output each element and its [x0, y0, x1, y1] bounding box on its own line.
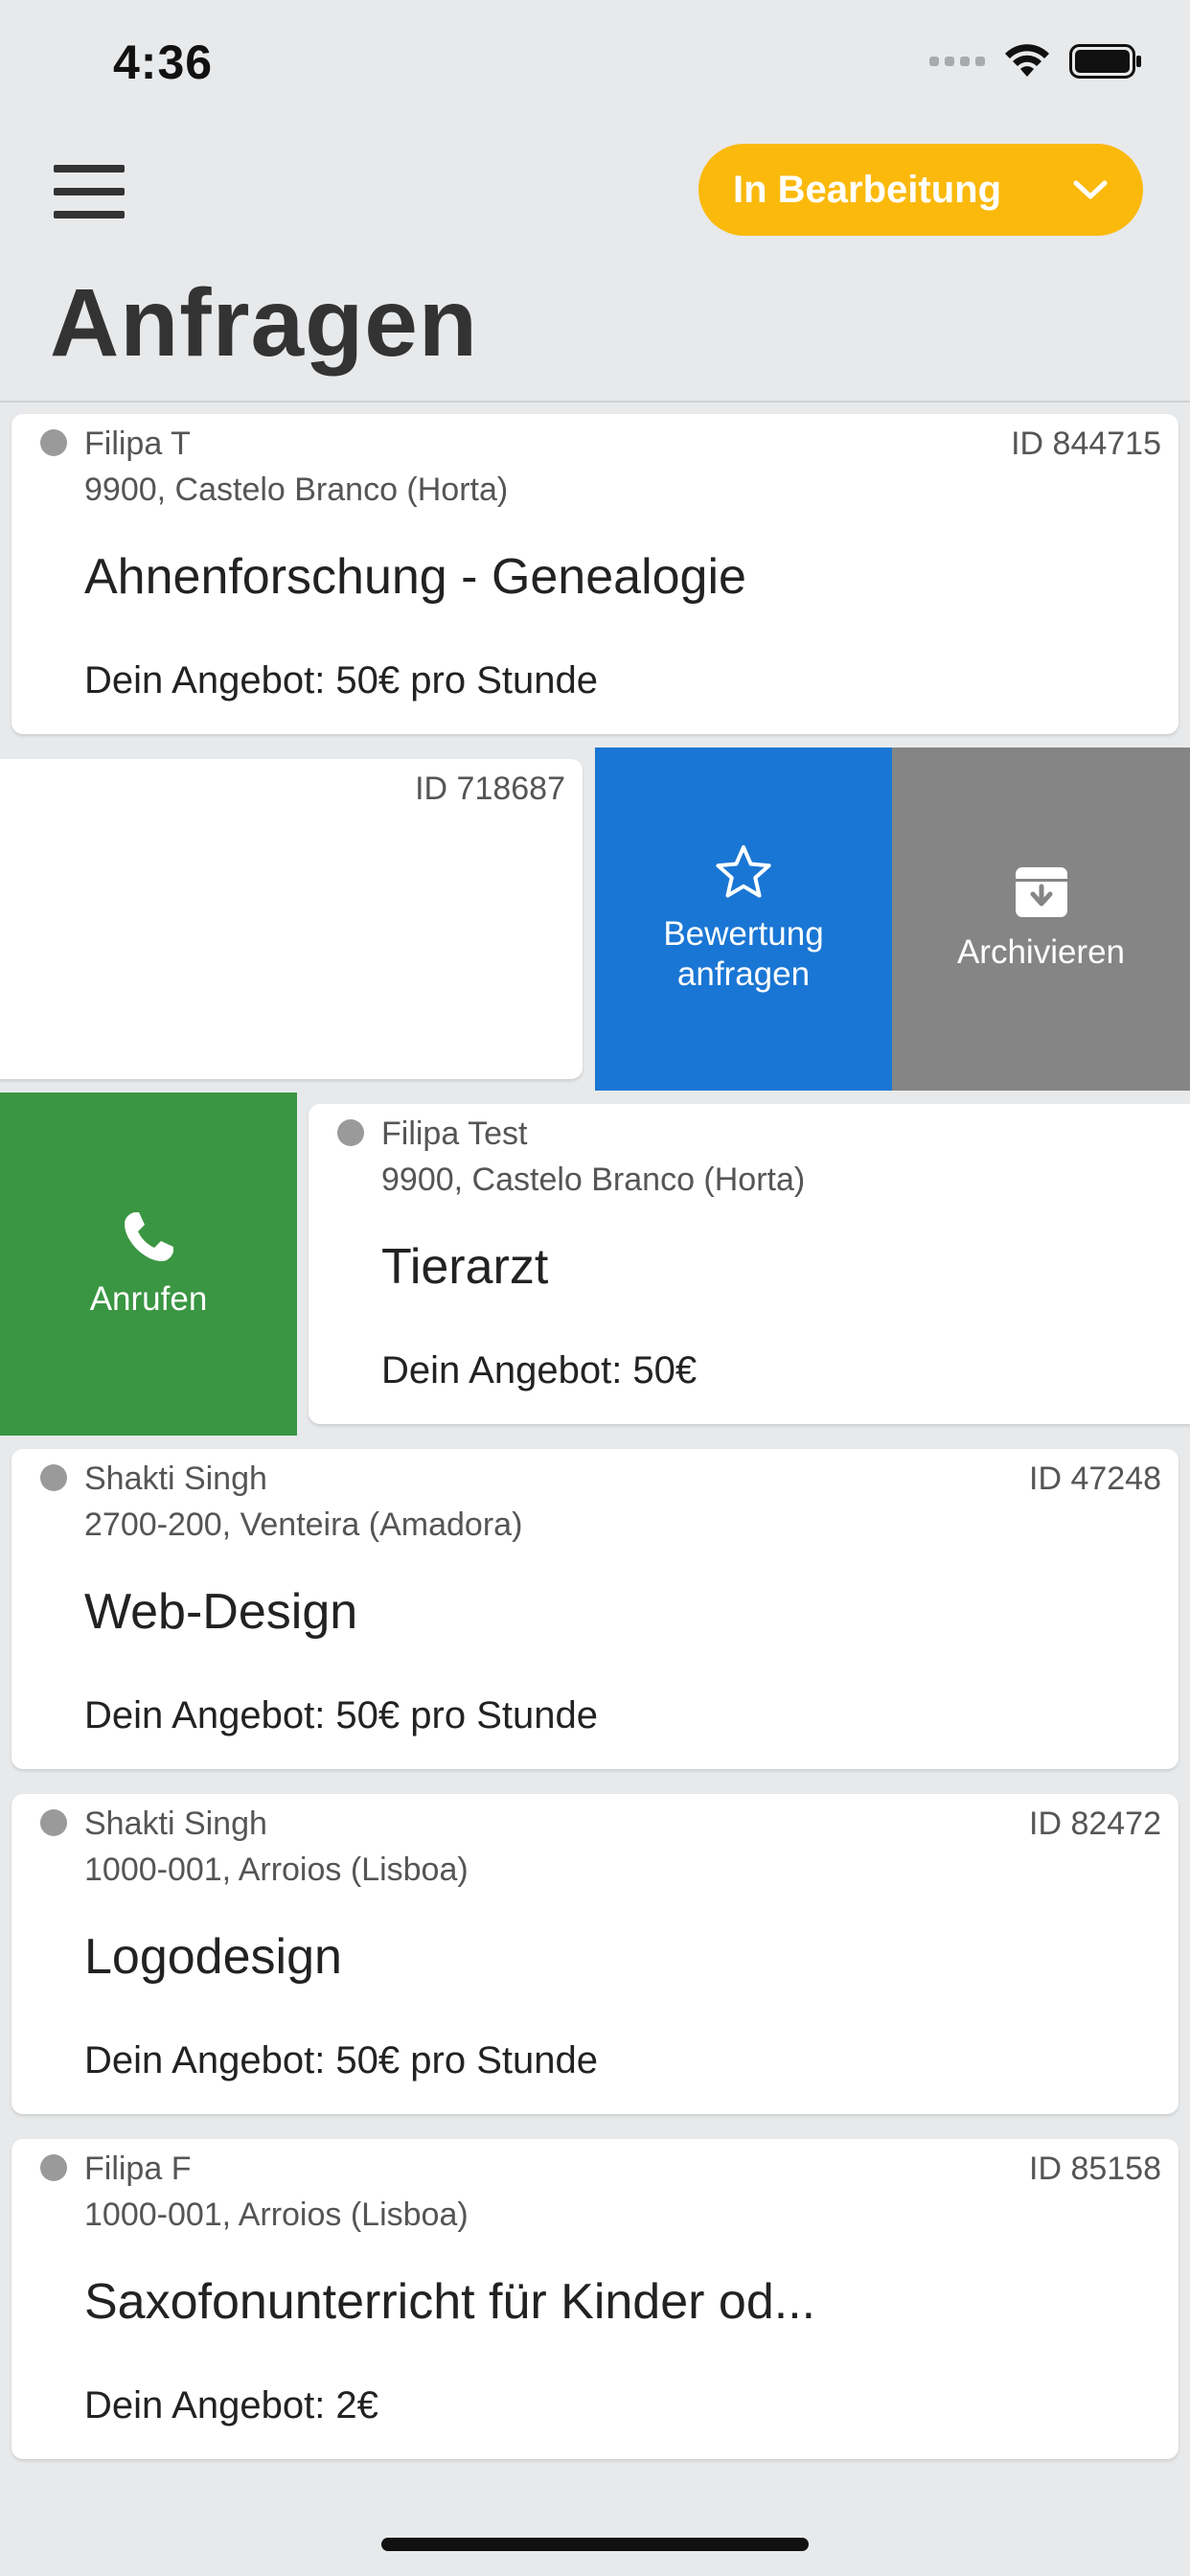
client-location: 2700-200, Venteira (Amadora): [84, 1506, 523, 1543]
header: In Bearbeitung Anfragen: [0, 134, 1190, 402]
status-dot: [40, 1464, 67, 1491]
status-dot: [40, 1809, 67, 1836]
header-divider: [0, 401, 1190, 402]
hamburger-menu-icon[interactable]: [54, 165, 128, 222]
status-icons: [929, 44, 1142, 79]
archive-label: Archivieren: [956, 933, 1126, 971]
request-card-swiped[interactable]: Filipa Test 9900, Castelo Branco (Horta)…: [309, 1104, 1190, 1424]
request-card[interactable]: Filipa F ID 85158 1000-001, Arroios (Lis…: [11, 2139, 1179, 2459]
status-dot: [337, 1119, 364, 1146]
client-name: Filipa Test: [381, 1116, 528, 1152]
request-rating-label: Bewertung anfragen: [663, 915, 824, 993]
page-title: Anfragen: [50, 269, 478, 377]
request-rating-button[interactable]: Bewertung anfragen: [595, 748, 892, 1091]
request-id: ID 47248: [1029, 1460, 1161, 1497]
client-location: 1000-001, Arroios (Lisboa): [84, 2196, 469, 2233]
home-indicator[interactable]: [381, 2538, 809, 2551]
client-name: Shakti Singh: [84, 1460, 267, 1497]
client-location: 9900, Castelo Branco (Horta): [381, 1162, 806, 1198]
request-card-swiped[interactable]: ID 718687: [0, 759, 583, 1079]
request-id: ID 844715: [1011, 426, 1161, 462]
request-card[interactable]: Shakti Singh ID 47248 2700-200, Venteira…: [11, 1449, 1179, 1769]
client-location: 1000-001, Arroios (Lisboa): [84, 1852, 469, 1888]
request-id: ID 718687: [415, 770, 565, 807]
client-name: Shakti Singh: [84, 1806, 267, 1842]
request-id: ID 82472: [1029, 1806, 1161, 1842]
offer-text: Dein Angebot: 50€ pro Stunde: [84, 659, 598, 702]
archive-button[interactable]: Archivieren: [892, 748, 1190, 1091]
offer-text: Dein Angebot: 50€ pro Stunde: [84, 1694, 598, 1736]
status-dot: [40, 2154, 67, 2181]
status-dot: [40, 429, 67, 456]
client-name: Filipa T: [84, 426, 191, 462]
battery-icon: [1069, 44, 1142, 79]
offer-text: Dein Angebot: 2€: [84, 2384, 378, 2426]
chevron-down-icon: [1073, 180, 1108, 199]
call-button[interactable]: Anrufen: [0, 1092, 297, 1436]
offer-text: Dein Angebot: 50€: [381, 1349, 698, 1392]
client-location: 9900, Castelo Branco (Horta): [84, 472, 509, 508]
request-card[interactable]: Shakti Singh ID 82472 1000-001, Arroios …: [11, 1794, 1179, 2114]
request-title: Logodesign: [84, 1929, 342, 1985]
status-filter-dropdown[interactable]: In Bearbeitung: [698, 144, 1143, 236]
status-time: 4:36: [113, 35, 214, 89]
request-title: Ahnenforschung - Genealogie: [84, 549, 746, 605]
wifi-icon: [1004, 44, 1050, 79]
request-id: ID 85158: [1029, 2150, 1161, 2187]
client-name: Filipa F: [84, 2150, 192, 2187]
call-label: Anrufen: [89, 1280, 208, 1318]
star-icon: [716, 845, 771, 898]
offer-text: Dein Angebot: 50€ pro Stunde: [84, 2039, 598, 2082]
signal-icon: [929, 57, 985, 66]
archive-box-icon: [1015, 867, 1067, 917]
request-title: Tierarzt: [381, 1239, 549, 1295]
request-title: Web-Design: [84, 1584, 358, 1640]
request-title: Saxofonunterricht für Kinder od...: [84, 2274, 816, 2330]
status-bar: 4:36: [0, 0, 1190, 134]
status-filter-label: In Bearbeitung: [733, 168, 1002, 211]
phone-icon: [125, 1212, 173, 1261]
request-card[interactable]: Filipa T ID 844715 9900, Castelo Branco …: [11, 414, 1179, 734]
